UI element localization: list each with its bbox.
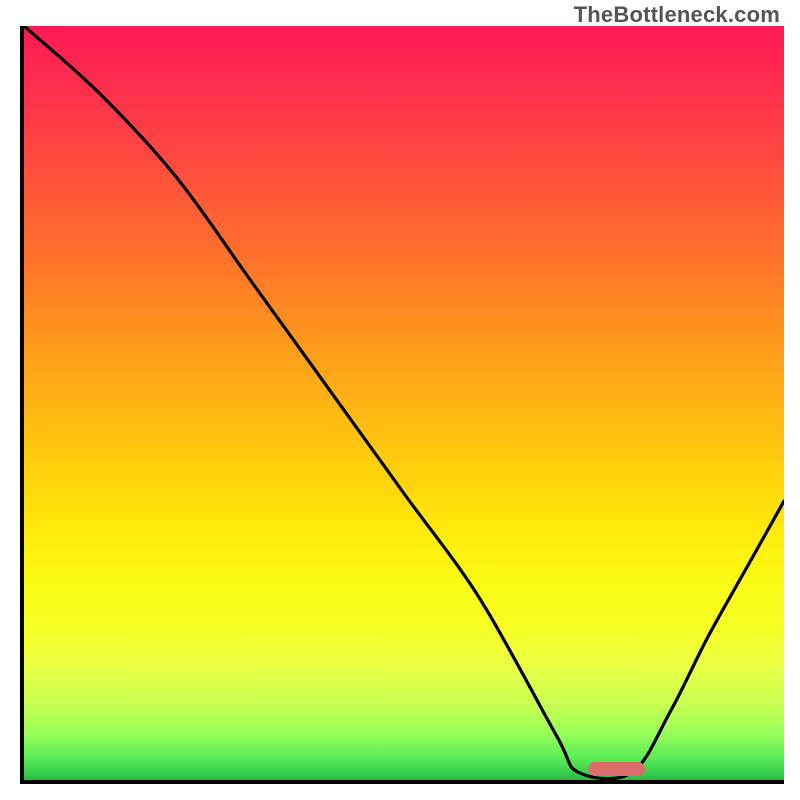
watermark-label: TheBottleneck.com (574, 2, 780, 28)
optimal-range-marker (588, 762, 645, 776)
bottleneck-curve-path (24, 26, 784, 779)
bottleneck-chart: TheBottleneck.com (0, 0, 800, 800)
curve-layer (24, 26, 784, 780)
plot-area (20, 26, 784, 784)
